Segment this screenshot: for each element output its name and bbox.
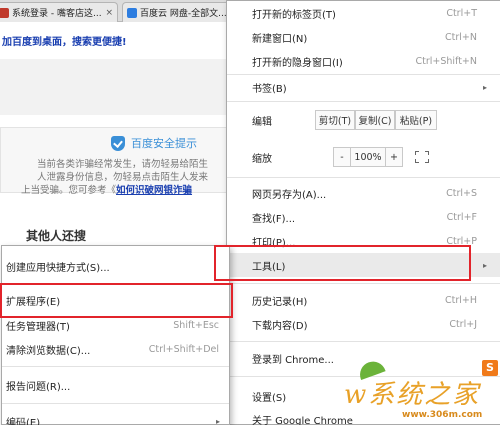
safety-title-text: 百度安全提示 — [131, 137, 197, 150]
safety-line: 人泄露身份信息，勿轻易点击陌生人发来 — [37, 172, 209, 183]
zoom-value: 100% — [351, 147, 385, 167]
menu-separator — [2, 403, 229, 404]
site-watermark: S w系统之家 www.306m.com — [340, 357, 500, 425]
tools-submenu: 创建应用快捷方式(S)... 扩展程序(E) 任务管理器(T) Shift+Es… — [1, 245, 230, 425]
safety-title: 百度安全提示 — [111, 135, 197, 151]
favicon-icon — [127, 7, 137, 18]
favicon-icon — [0, 7, 9, 18]
submenu-item-clear-data[interactable]: 清除浏览数据(C)... Ctrl+Shift+Del — [2, 337, 229, 361]
promo-link[interactable]: 加百度到桌面，搜索更便捷! — [2, 33, 127, 48]
menu-separator — [227, 341, 500, 342]
tab-title: 系统登录 - 嘴客店这... — [12, 9, 102, 19]
safety-link[interactable]: 如何识破网银诈骗 — [116, 185, 192, 196]
tab-title: 百度云 网盘-全部文... — [140, 9, 227, 19]
watermark-badge: S — [482, 360, 498, 376]
submenu-item-report-issue[interactable]: 报告问题(R)... — [2, 373, 229, 397]
menu-item-history[interactable]: 历史记录(H) Ctrl+H — [227, 288, 500, 312]
zoom-in-button[interactable]: + — [385, 147, 403, 167]
safety-line-text: 上当受骗。您可参考《 — [21, 185, 117, 196]
shield-icon — [111, 135, 125, 151]
menu-item-downloads[interactable]: 下载内容(D) Ctrl+J — [227, 312, 500, 336]
zoom-out-button[interactable]: - — [333, 147, 351, 167]
menu-separator — [227, 101, 500, 102]
menu-row-edit: 编辑 剪切(T) 复制(C) 粘贴(P) — [227, 107, 500, 133]
watermark-logo: w系统之家 — [344, 380, 481, 410]
menu-row-zoom: 缩放 - 100% + — [227, 144, 500, 170]
menu-separator — [2, 284, 229, 285]
chevron-right-icon: ▸ — [482, 82, 487, 92]
menu-separator — [227, 177, 500, 178]
menu-separator — [2, 366, 229, 367]
tab-baidu-pan[interactable]: 百度云 网盘-全部文... — [122, 2, 232, 22]
cut-button[interactable]: 剪切(T) — [315, 110, 355, 130]
zoom-label: 缩放 — [252, 153, 272, 165]
close-icon[interactable]: × — [102, 8, 113, 18]
menu-item-incognito[interactable]: 打开新的隐身窗口(I) Ctrl+Shift+N — [227, 49, 500, 73]
safety-line: 当前各类诈骗经常发生，请勿轻易给陌生 — [37, 159, 209, 170]
menu-item-bookmarks[interactable]: 书签(B) ▸ — [227, 75, 500, 99]
others-search-heading: 其他人还搜 — [26, 229, 87, 243]
submenu-item-extensions[interactable]: 扩展程序(E) — [2, 288, 229, 312]
menu-item-find[interactable]: 查找(F)... Ctrl+F — [227, 205, 500, 229]
fullscreen-icon[interactable] — [415, 151, 429, 163]
paste-button[interactable]: 粘贴(P) — [395, 110, 437, 130]
safety-line: 上当受骗。您可参考《如何识破网银诈骗 — [21, 182, 192, 196]
chevron-right-icon: ▸ — [215, 416, 220, 425]
chevron-right-icon: ▸ — [482, 260, 487, 270]
menu-separator — [227, 283, 500, 284]
menu-item-new-tab[interactable]: 打开新的标签页(T) Ctrl+T — [227, 1, 500, 25]
copy-button[interactable]: 复制(C) — [355, 110, 395, 130]
submenu-item-task-manager[interactable]: 任务管理器(T) Shift+Esc — [2, 313, 229, 337]
safety-notice: 百度安全提示 当前各类诈骗经常发生，请勿轻易给陌生 人泄露身份信息，勿轻易点击陌… — [0, 127, 230, 196]
menu-item-save-as[interactable]: 网页另存为(A)... Ctrl+S — [227, 181, 500, 205]
menu-item-new-window[interactable]: 新建窗口(N) Ctrl+N — [227, 25, 500, 49]
submenu-item-create-shortcut[interactable]: 创建应用快捷方式(S)... — [2, 254, 229, 278]
watermark-url: www.306m.com — [402, 410, 483, 420]
edit-label: 编辑 — [252, 116, 272, 128]
menu-item-print[interactable]: 打印(P)... Ctrl+P — [227, 229, 500, 253]
tab-system-login[interactable]: 系统登录 - 嘴客店这... × — [0, 2, 118, 22]
menu-item-tools[interactable]: 工具(L) ▸ — [227, 253, 500, 277]
submenu-item-encoding[interactable]: 编码(E) ▸ — [2, 409, 229, 425]
